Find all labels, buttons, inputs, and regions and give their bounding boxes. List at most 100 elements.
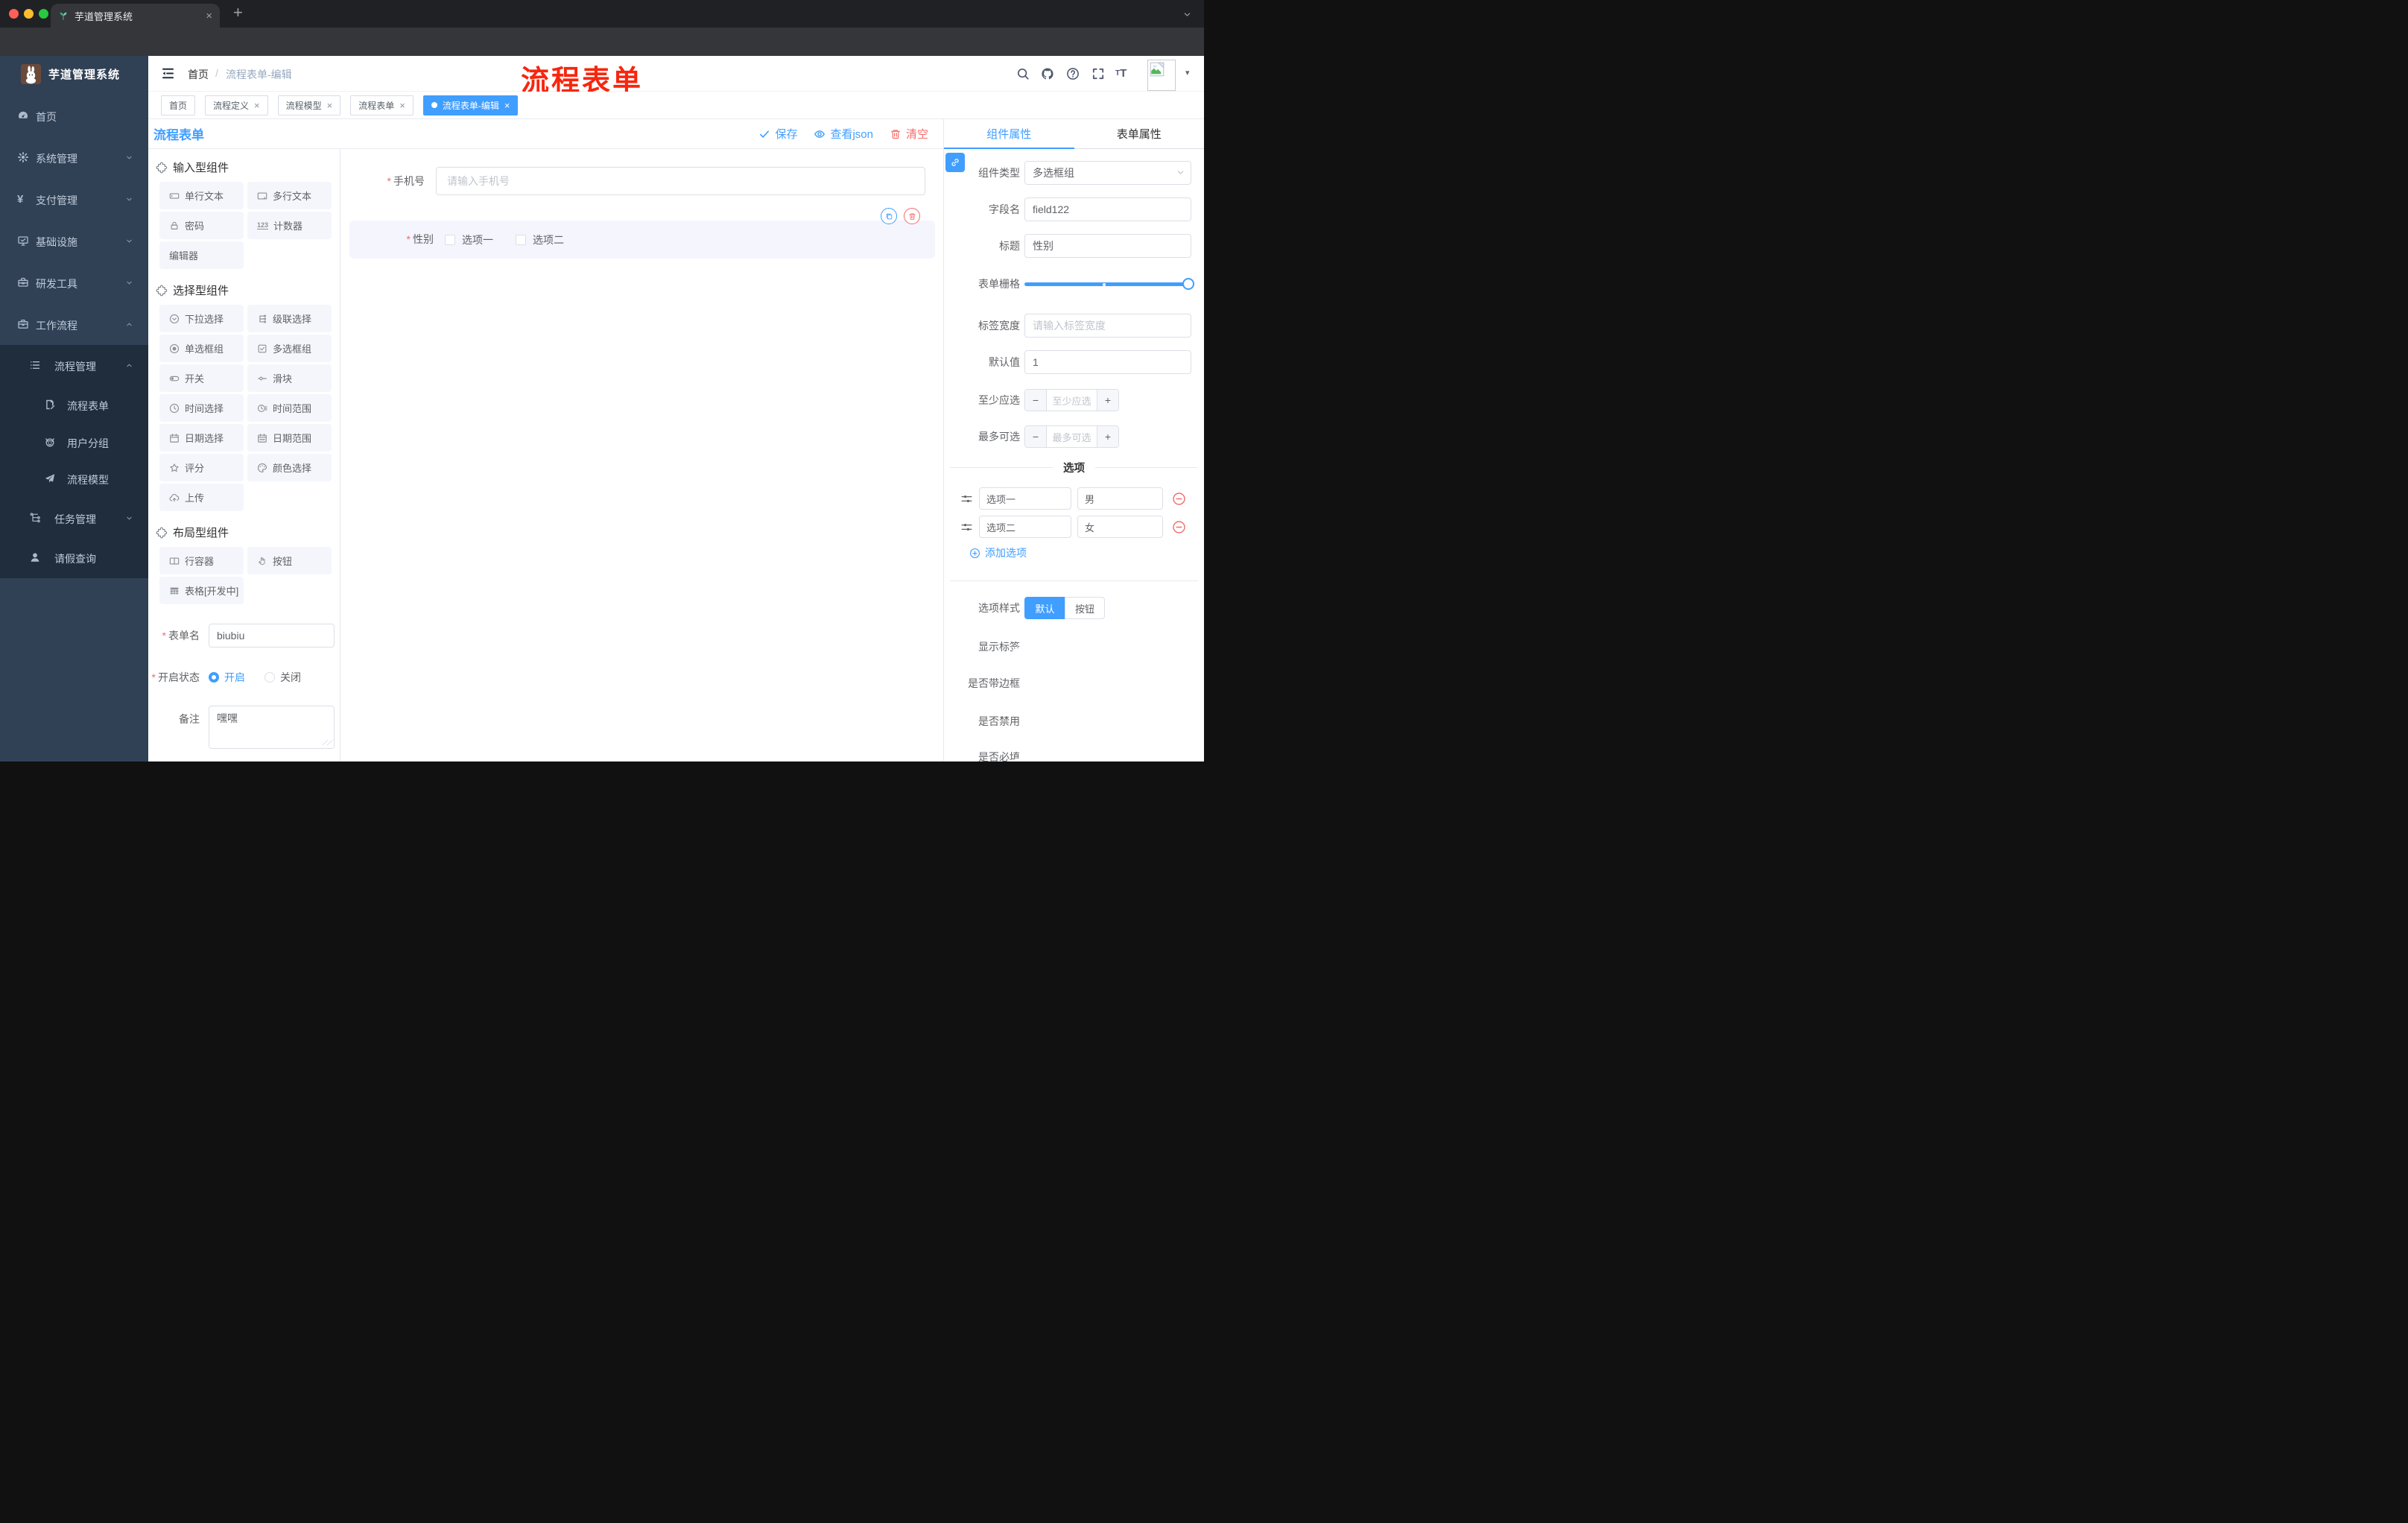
label-width-input[interactable] — [1024, 314, 1191, 338]
slider-handle[interactable] — [1182, 278, 1194, 290]
sidebar-item-process-manage[interactable]: 流程管理 — [0, 349, 148, 381]
delete-component-button[interactable] — [904, 208, 920, 224]
comp-editor[interactable]: 编辑器 — [159, 241, 244, 269]
tab-component-props[interactable]: 组件属性 — [944, 119, 1074, 149]
form-name-input[interactable] — [209, 624, 335, 647]
comp-date-range[interactable]: 日期范围 — [247, 424, 332, 452]
avatar[interactable] — [1147, 60, 1176, 91]
max-select-input[interactable]: 最多可选 — [1047, 426, 1097, 447]
status-off-radio[interactable]: 关闭 — [264, 670, 301, 685]
sidebar-item-workflow[interactable]: 工作流程 — [0, 308, 148, 341]
breadcrumb-home[interactable]: 首页 — [188, 67, 209, 82]
collapse-sidebar-icon[interactable] — [161, 66, 175, 80]
tab-form-props[interactable]: 表单属性 — [1074, 119, 1205, 148]
increase-button[interactable]: + — [1097, 426, 1118, 447]
comp-radio-group[interactable]: 单选框组 — [159, 335, 244, 362]
sidebar-item-user-group[interactable]: 用户分组 — [0, 425, 148, 458]
close-icon[interactable]: × — [327, 100, 333, 111]
tab-tag-1[interactable]: 流程定义 × — [205, 95, 268, 115]
view-json-button[interactable]: 查看json — [814, 126, 873, 142]
decrease-button[interactable]: − — [1025, 426, 1047, 447]
comp-multi-text[interactable]: 多行文本 — [247, 182, 332, 209]
clear-button[interactable]: 清空 — [890, 126, 928, 142]
status-on-radio[interactable]: 开启 — [209, 670, 245, 685]
decrease-button[interactable]: − — [1025, 390, 1047, 411]
comp-row-container[interactable]: 行容器 — [159, 547, 244, 574]
sidebar-item-payment[interactable]: ¥ 支付管理 — [0, 183, 148, 215]
phone-field-row[interactable]: * 手机号 — [340, 167, 925, 195]
comp-switch[interactable]: 开关 — [159, 364, 244, 392]
remove-option-icon[interactable] — [1172, 520, 1186, 534]
option-label-input[interactable] — [979, 487, 1071, 510]
min-select-input[interactable]: 至少应选 — [1047, 390, 1097, 411]
comp-password[interactable]: 密码 — [159, 212, 244, 239]
comp-checkbox-group[interactable]: 多选框组 — [247, 335, 332, 362]
resize-handle-icon[interactable]: ⟋⟋ — [322, 739, 332, 747]
comp-single-text[interactable]: 单行文本 — [159, 182, 244, 209]
sidebar-item-home[interactable]: 首页 — [0, 99, 148, 132]
sidebar-item-system[interactable]: 系统管理 — [0, 141, 148, 174]
comp-counter[interactable]: 123 计数器 — [247, 212, 332, 239]
close-icon[interactable]: × — [254, 100, 260, 111]
traffic-close-button[interactable] — [9, 9, 19, 19]
comp-time-range[interactable]: 时间范围 — [247, 394, 332, 422]
tab-close-icon[interactable]: × — [206, 10, 212, 22]
browser-tab[interactable]: 芋道管理系统 × — [51, 4, 220, 28]
sidebar-item-process-model[interactable]: 流程模型 — [0, 462, 148, 495]
comp-select[interactable]: 下拉选择 — [159, 305, 244, 332]
comp-rate[interactable]: 评分 — [159, 454, 244, 481]
comp-color-picker[interactable]: 颜色选择 — [247, 454, 332, 481]
gender-option1-checkbox[interactable]: 选项一 — [445, 221, 493, 259]
traffic-zoom-button[interactable] — [39, 9, 48, 19]
tab-tag-2[interactable]: 流程模型 × — [277, 95, 341, 115]
title-input[interactable] — [1024, 234, 1191, 258]
comp-slider[interactable]: 滑块 — [247, 364, 332, 392]
sidebar-item-infra[interactable]: 基础设施 — [0, 224, 148, 257]
comp-cascader[interactable]: 级联选择 — [247, 305, 332, 332]
avatar-caret-icon[interactable]: ▾ — [1185, 68, 1190, 77]
search-icon[interactable] — [1016, 67, 1030, 80]
sidebar-item-task-manage[interactable]: 任务管理 — [0, 501, 148, 534]
drag-handle-icon[interactable] — [960, 493, 973, 505]
style-default-button[interactable]: 默认 — [1024, 597, 1065, 619]
sidebar-item-leave-query[interactable]: 请假查询 — [0, 541, 148, 574]
comp-upload[interactable]: 上传 — [159, 484, 244, 511]
comp-table[interactable]: 表格[开发中] — [159, 577, 244, 604]
traffic-minimize-button[interactable] — [24, 9, 34, 19]
add-option-button[interactable]: 添加选项 — [969, 545, 1027, 560]
comp-time-picker[interactable]: 时间选择 — [159, 394, 244, 422]
comp-date-picker[interactable]: 日期选择 — [159, 424, 244, 452]
sidebar-item-process-form[interactable]: 流程表单 — [0, 388, 148, 421]
form-canvas[interactable]: *手机号 *性别 选项一 选项二 — [340, 149, 943, 762]
option-label-input[interactable] — [979, 516, 1071, 538]
style-button-button[interactable]: 按钮 — [1065, 597, 1105, 619]
remove-option-icon[interactable] — [1172, 492, 1186, 506]
tab-tag-4[interactable]: 流程表单-编辑 × — [422, 95, 519, 115]
font-size-icon[interactable]: TT — [1115, 67, 1127, 80]
gender-option2-checkbox[interactable]: 选项二 — [516, 221, 564, 259]
field-name-input[interactable] — [1024, 197, 1191, 221]
tab-tag-0[interactable]: 首页 — [161, 95, 196, 115]
component-type-select[interactable]: 多选框组 — [1024, 161, 1191, 185]
tab-tag-3[interactable]: 流程表单 × — [350, 95, 414, 115]
option-value-input[interactable] — [1077, 487, 1163, 510]
comp-button[interactable]: 按钮 — [247, 547, 332, 574]
close-icon[interactable]: × — [399, 100, 405, 111]
fullscreen-icon[interactable] — [1091, 67, 1105, 80]
drag-handle-icon[interactable] — [960, 521, 973, 533]
github-icon[interactable] — [1041, 67, 1054, 80]
sidebar-item-devtools[interactable]: 研发工具 — [0, 266, 148, 299]
increase-button[interactable]: + — [1097, 390, 1118, 411]
help-icon[interactable] — [1066, 67, 1080, 80]
new-tab-button[interactable]: + — [233, 3, 243, 22]
default-value-input[interactable] — [1024, 350, 1191, 374]
option-value-input[interactable] — [1077, 516, 1163, 538]
copy-component-button[interactable] — [881, 208, 897, 224]
close-icon[interactable]: × — [504, 100, 510, 111]
tab-search-icon[interactable] — [1182, 10, 1192, 19]
save-button[interactable]: 保存 — [758, 126, 797, 142]
form-grid-slider[interactable] — [1024, 272, 1194, 296]
selected-component-gender[interactable]: * 性别 选项一 选项二 — [349, 221, 935, 259]
form-remark-textarea[interactable]: 嘿嘿 — [209, 706, 335, 749]
phone-input[interactable] — [436, 167, 925, 195]
